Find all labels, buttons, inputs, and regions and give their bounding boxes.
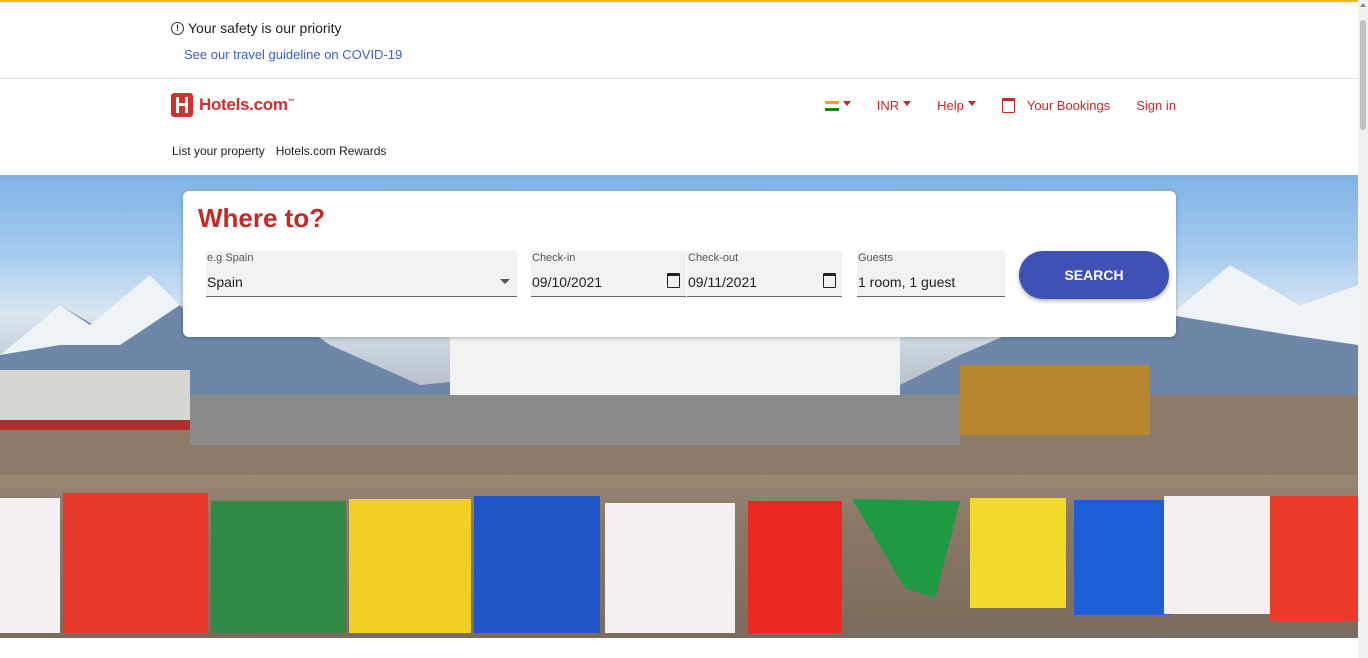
- calendar-icon[interactable]: [823, 273, 836, 288]
- help-label: Help: [937, 98, 964, 113]
- scroll-up-arrow-icon[interactable]: [1360, 3, 1366, 7]
- guests-label: Guests: [858, 252, 893, 264]
- calendar-icon: [1001, 98, 1015, 113]
- chevron-down-icon: [967, 100, 976, 106]
- covid-guideline-link[interactable]: See our travel guideline on COVID-19: [184, 47, 402, 62]
- page-bottom: [0, 638, 1358, 658]
- dropdown-arrow-icon: [500, 279, 510, 284]
- chevron-down-icon: [903, 100, 912, 106]
- destination-field[interactable]: e.g Spain Spain: [206, 251, 517, 297]
- checkout-label: Check-out: [688, 252, 739, 264]
- help-menu[interactable]: Help: [937, 98, 976, 113]
- chevron-down-icon: [842, 100, 851, 106]
- safety-notice-text: Your safety is our priority: [188, 20, 342, 36]
- prayer-flags: [0, 493, 1358, 633]
- logo-text: Hotels.com™: [199, 95, 295, 114]
- info-icon: !: [171, 21, 184, 35]
- checkout-field[interactable]: Check-out 09/11/2021: [687, 251, 842, 297]
- guests-value: 1 room, 1 guest: [858, 274, 956, 290]
- sign-in-link[interactable]: Sign in: [1136, 98, 1176, 113]
- currency-label: INR: [876, 98, 900, 113]
- language-selector[interactable]: [824, 100, 851, 111]
- calendar-icon[interactable]: [667, 273, 680, 288]
- india-flag-icon: [824, 100, 839, 111]
- hotels-logo[interactable]: Hotels.com™: [171, 93, 295, 117]
- search-card: Where to? e.g Spain Spain Check-in 09/10…: [183, 191, 1176, 337]
- currency-selector[interactable]: INR: [876, 98, 912, 113]
- rewards-link[interactable]: Hotels.com Rewards: [276, 144, 387, 158]
- list-property-link[interactable]: List your property: [172, 144, 265, 158]
- checkout-value: 09/11/2021: [688, 274, 758, 290]
- guests-field[interactable]: Guests 1 room, 1 guest: [857, 251, 1005, 297]
- your-bookings-link[interactable]: Your Bookings: [1001, 98, 1111, 113]
- search-button[interactable]: SEARCH: [1019, 251, 1169, 299]
- destination-label: e.g Spain: [207, 252, 254, 264]
- checkin-field[interactable]: Check-in 09/10/2021: [531, 251, 686, 297]
- secondary-links: List your property Hotels.com Rewards: [172, 144, 386, 158]
- search-title: Where to?: [198, 203, 326, 233]
- safety-notice: ! Your safety is our priority: [171, 20, 342, 36]
- checkin-label: Check-in: [532, 252, 576, 264]
- header-nav: INR Help Your Bookings Sign in: [824, 98, 1176, 113]
- destination-value: Spain: [207, 274, 243, 290]
- sign-in-label: Sign in: [1136, 98, 1176, 113]
- hotels-logo-icon: [171, 93, 193, 117]
- site-header: Hotels.com™ INR Help Your Bookings Sign …: [0, 79, 1358, 175]
- checkin-value: 09/10/2021: [532, 274, 603, 290]
- bookings-label: Your Bookings: [1026, 98, 1111, 113]
- scrollbar-thumb[interactable]: [1360, 20, 1366, 130]
- safety-banner: ! Your safety is our priority See our tr…: [0, 2, 1358, 79]
